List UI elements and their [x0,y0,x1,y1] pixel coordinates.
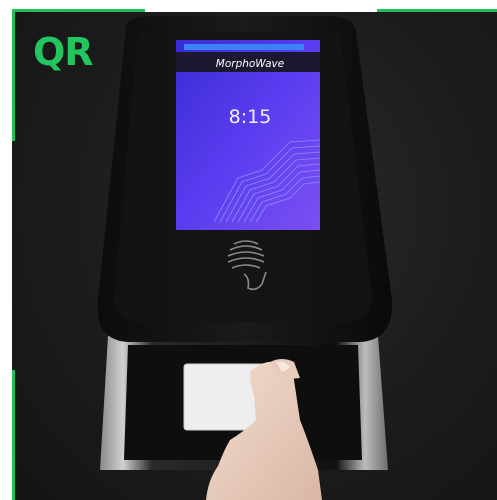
device-brand-label: MorphoWave [215,58,285,70]
screen-clock: 8:15 [228,106,272,128]
device-illustration [97,16,393,500]
screen-status-bar [184,44,304,50]
qr-corner-label: QR [33,30,94,74]
